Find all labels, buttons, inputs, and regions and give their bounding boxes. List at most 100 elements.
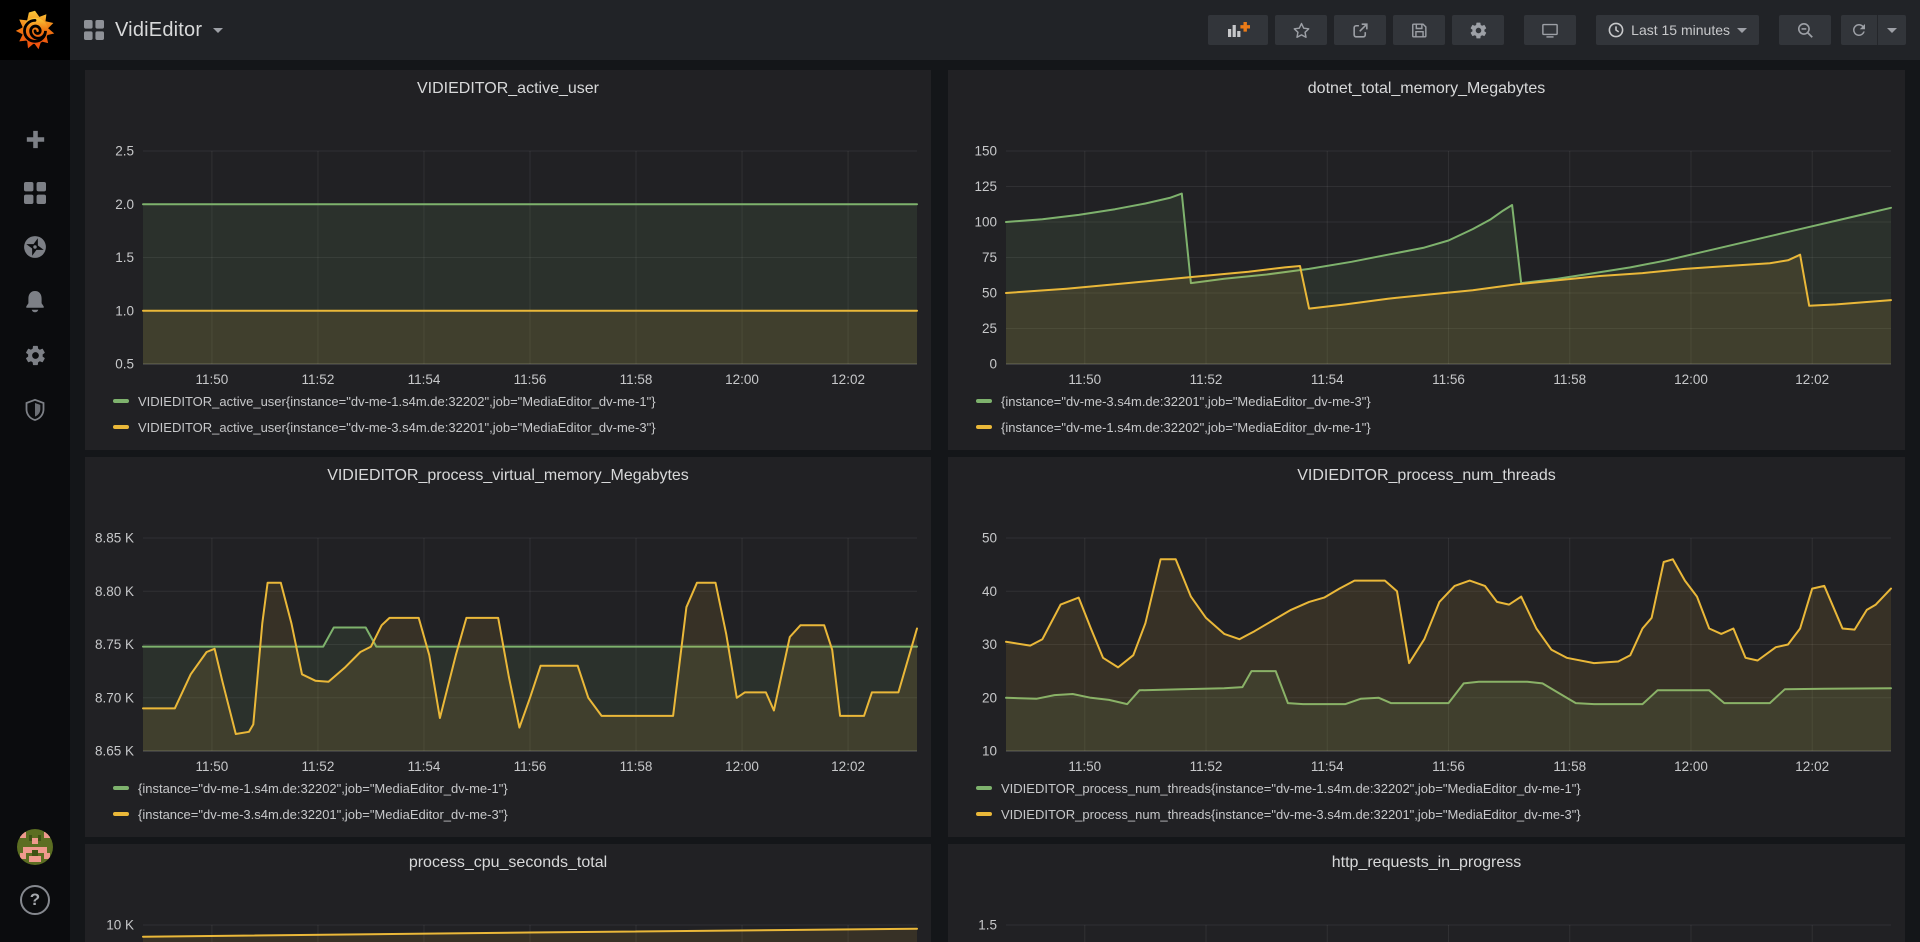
svg-text:11:52: 11:52 bbox=[302, 759, 335, 771]
svg-text:12:00: 12:00 bbox=[725, 372, 759, 384]
panel-title[interactable]: dotnet_total_memory_Megabytes bbox=[948, 80, 1905, 98]
svg-text:1.5: 1.5 bbox=[115, 250, 134, 265]
svg-text:11:56: 11:56 bbox=[1432, 759, 1465, 771]
legend-item: VIDIEDITOR_process_num_threads{instance=… bbox=[976, 775, 1895, 801]
chart-canvas: 10 K11:5011:5211:5411:5611:5812:0012:02 bbox=[85, 888, 931, 942]
svg-text:8.85 K: 8.85 K bbox=[95, 531, 134, 546]
legend-color-dash bbox=[113, 425, 129, 429]
svg-text:8.75 K: 8.75 K bbox=[95, 637, 134, 652]
svg-text:25: 25 bbox=[982, 321, 997, 336]
svg-text:50: 50 bbox=[982, 286, 997, 301]
svg-text:11:54: 11:54 bbox=[1311, 759, 1344, 771]
sidebar-item-server-admin[interactable] bbox=[0, 382, 70, 436]
navbar-actions: Last 15 minutes bbox=[1201, 15, 1920, 45]
svg-text:11:54: 11:54 bbox=[408, 372, 441, 384]
share-icon bbox=[1351, 21, 1370, 40]
legend-item: {instance="dv-me-3.s4m.de:32201",job="Me… bbox=[976, 388, 1895, 414]
legend-label[interactable]: {instance="dv-me-3.s4m.de:32201",job="Me… bbox=[138, 807, 508, 822]
dashboards-grid-icon bbox=[24, 182, 46, 204]
sidebar-item-configuration[interactable] bbox=[0, 328, 70, 382]
legend-item: {instance="dv-me-1.s4m.de:32202",job="Me… bbox=[976, 414, 1895, 440]
legend-label[interactable]: {instance="dv-me-3.s4m.de:32201",job="Me… bbox=[1001, 394, 1371, 409]
clock-icon bbox=[1608, 22, 1624, 38]
chevron-down-icon bbox=[1737, 28, 1747, 33]
compass-icon bbox=[23, 235, 47, 259]
svg-text:12:02: 12:02 bbox=[1795, 759, 1829, 771]
svg-text:8.70 K: 8.70 K bbox=[95, 690, 134, 705]
chart-canvas: 1.511:5011:5211:5411:5611:5812:0012:02 bbox=[948, 888, 1905, 942]
svg-text:11:50: 11:50 bbox=[196, 372, 229, 384]
svg-text:12:00: 12:00 bbox=[1674, 372, 1708, 384]
panel: process_cpu_seconds_total 10 K11:5011:52… bbox=[85, 844, 931, 942]
svg-text:11:58: 11:58 bbox=[620, 759, 653, 771]
gear-icon bbox=[24, 344, 47, 367]
avatar-icon bbox=[17, 829, 53, 865]
save-dashboard-button[interactable] bbox=[1393, 15, 1445, 45]
legend-label[interactable]: VIDIEDITOR_active_user{instance="dv-me-3… bbox=[138, 420, 656, 435]
legend-label[interactable]: VIDIEDITOR_active_user{instance="dv-me-1… bbox=[138, 394, 656, 409]
star-dashboard-button[interactable] bbox=[1275, 15, 1327, 45]
svg-text:11:52: 11:52 bbox=[1190, 372, 1223, 384]
plus-icon bbox=[25, 129, 46, 150]
svg-text:11:50: 11:50 bbox=[1068, 372, 1101, 384]
sidebar-item-dashboards[interactable] bbox=[0, 166, 70, 220]
svg-text:12:00: 12:00 bbox=[725, 759, 759, 771]
refresh-icon bbox=[1850, 21, 1868, 39]
panel: dotnet_total_memory_Megabytes 1501251007… bbox=[948, 70, 1905, 450]
cycle-view-mode-button[interactable] bbox=[1524, 15, 1576, 45]
svg-text:12:02: 12:02 bbox=[831, 759, 865, 771]
gear-icon bbox=[1469, 21, 1488, 40]
navbar: VidiEditor bbox=[70, 0, 1920, 60]
dashboard-settings-button[interactable] bbox=[1452, 15, 1504, 45]
sidebar-item-alerting[interactable] bbox=[0, 274, 70, 328]
zoom-out-button[interactable] bbox=[1779, 15, 1831, 45]
svg-text:2.0: 2.0 bbox=[115, 197, 134, 212]
panel-title[interactable]: VIDIEDITOR_process_num_threads bbox=[948, 467, 1905, 485]
svg-text:12:02: 12:02 bbox=[831, 372, 865, 384]
legend: VIDIEDITOR_process_num_threads{instance=… bbox=[976, 775, 1895, 827]
legend-label[interactable]: VIDIEDITOR_process_num_threads{instance=… bbox=[1001, 781, 1581, 796]
panel-title[interactable]: VIDIEDITOR_process_virtual_memory_Megaby… bbox=[85, 467, 931, 485]
grafana-logo[interactable] bbox=[0, 0, 70, 60]
user-avatar[interactable] bbox=[17, 829, 53, 865]
magnifier-minus-icon bbox=[1796, 21, 1815, 40]
sidebar-item-explore[interactable] bbox=[0, 220, 70, 274]
chart-canvas: 504030201011:5011:5211:5411:5611:5812:00… bbox=[948, 501, 1905, 771]
panel-title[interactable]: http_requests_in_progress bbox=[948, 854, 1905, 872]
dashboard-title: VidiEditor bbox=[115, 19, 202, 42]
legend-item: {instance="dv-me-3.s4m.de:32201",job="Me… bbox=[113, 801, 921, 827]
help-button[interactable]: ? bbox=[20, 885, 50, 915]
svg-text:10 K: 10 K bbox=[106, 918, 134, 933]
svg-text:50: 50 bbox=[982, 531, 997, 546]
legend-color-dash bbox=[113, 812, 129, 816]
svg-text:12:00: 12:00 bbox=[1674, 759, 1708, 771]
sidebar-item-create[interactable] bbox=[0, 112, 70, 166]
dashboard-title-picker[interactable]: VidiEditor bbox=[70, 19, 223, 42]
panel-title[interactable]: VIDIEDITOR_active_user bbox=[85, 80, 931, 98]
legend: {instance="dv-me-1.s4m.de:32202",job="Me… bbox=[113, 775, 921, 827]
svg-text:11:56: 11:56 bbox=[514, 372, 547, 384]
refresh-interval-dropdown[interactable] bbox=[1877, 15, 1906, 45]
legend-color-dash bbox=[113, 399, 129, 403]
panel: VIDIEDITOR_process_virtual_memory_Megaby… bbox=[85, 457, 931, 837]
svg-text:11:52: 11:52 bbox=[302, 372, 335, 384]
svg-text:1.5: 1.5 bbox=[978, 918, 997, 933]
time-range-picker[interactable]: Last 15 minutes bbox=[1596, 15, 1759, 45]
share-dashboard-button[interactable] bbox=[1334, 15, 1386, 45]
refresh-button[interactable] bbox=[1841, 15, 1877, 45]
legend-label[interactable]: {instance="dv-me-1.s4m.de:32202",job="Me… bbox=[1001, 420, 1371, 435]
monitor-icon bbox=[1540, 21, 1560, 40]
legend-label[interactable]: VIDIEDITOR_process_num_threads{instance=… bbox=[1001, 807, 1581, 822]
sidebar: ? bbox=[0, 0, 70, 942]
legend-label[interactable]: {instance="dv-me-1.s4m.de:32202",job="Me… bbox=[138, 781, 508, 796]
legend-color-dash bbox=[976, 786, 992, 790]
svg-text:11:50: 11:50 bbox=[196, 759, 229, 771]
panel-title[interactable]: process_cpu_seconds_total bbox=[85, 854, 931, 872]
sidebar-menu bbox=[0, 112, 70, 436]
svg-text:11:56: 11:56 bbox=[514, 759, 547, 771]
svg-text:150: 150 bbox=[974, 144, 997, 159]
svg-text:40: 40 bbox=[982, 584, 997, 599]
chart-canvas: 150125100755025011:5011:5211:5411:5611:5… bbox=[948, 114, 1905, 384]
add-panel-button[interactable] bbox=[1208, 15, 1268, 45]
svg-text:8.65 K: 8.65 K bbox=[95, 744, 134, 759]
